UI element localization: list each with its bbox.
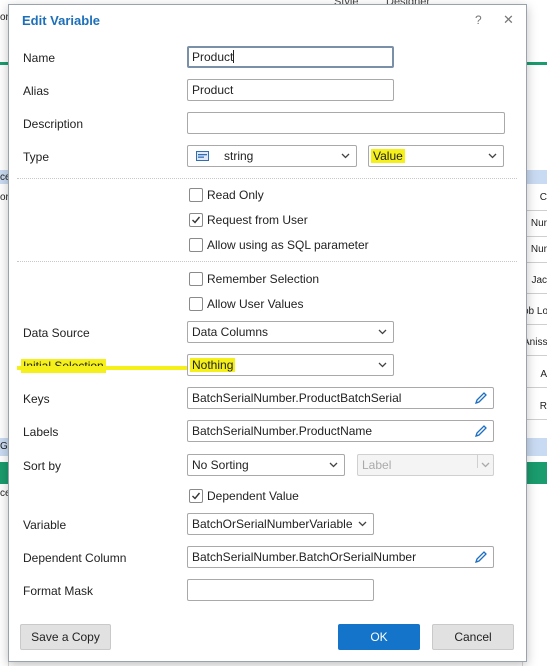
- close-icon[interactable]: ✕: [503, 12, 514, 28]
- green-rule-right: [525, 62, 547, 65]
- left-cell: or: [0, 192, 8, 203]
- dependent-column-value: BatchSerialNumber.BatchOrSerialNumber: [192, 550, 417, 564]
- left-cell: ce: [0, 488, 8, 499]
- data-source-label: Data Source: [23, 326, 90, 340]
- left-cell: Go: [0, 441, 8, 452]
- dependent-column-label: Dependent Column: [23, 551, 127, 565]
- chevron-down-icon: [378, 322, 387, 335]
- variable-label: Variable: [23, 518, 67, 532]
- alias-value: Product: [192, 83, 234, 97]
- remember-selection-label: Remember Selection: [207, 272, 320, 286]
- type-select[interactable]: string: [187, 145, 357, 167]
- name-input[interactable]: Product: [187, 46, 394, 68]
- green-block-left: [0, 462, 8, 484]
- read-only-label: Read Only: [207, 188, 264, 202]
- format-mask-label: Format Mask: [23, 584, 94, 598]
- type-label: Type: [23, 150, 50, 164]
- sort-by-value: No Sorting: [192, 458, 249, 472]
- initial-selection-value: Nothing: [190, 358, 236, 372]
- labels-input[interactable]: BatchSerialNumber.ProductName: [187, 420, 494, 442]
- keys-value: BatchSerialNumber.ProductBatchSerial: [192, 391, 402, 405]
- green-rule-left: [0, 62, 8, 65]
- alias-input[interactable]: Product: [187, 79, 394, 101]
- value-kind-value: Value: [371, 149, 405, 163]
- checkmark-icon: [192, 216, 201, 224]
- checkmark-icon: [192, 492, 201, 500]
- name-value: Product: [192, 50, 234, 64]
- pencil-icon[interactable]: [474, 550, 488, 564]
- cancel-button[interactable]: Cancel: [432, 624, 514, 650]
- read-only-checkbox[interactable]: [189, 188, 203, 202]
- variable-value: BatchOrSerialNumberVariable: [192, 517, 353, 531]
- chevron-down-icon: [488, 146, 497, 159]
- pencil-icon[interactable]: [474, 391, 488, 405]
- alias-label: Alias: [23, 84, 50, 98]
- request-from-user-checkbox[interactable]: [189, 213, 203, 227]
- value-kind-select[interactable]: Value: [368, 145, 504, 167]
- remember-selection-checkbox[interactable]: [189, 272, 203, 286]
- left-cell: ce: [0, 172, 8, 183]
- allow-user-values-label: Allow User Values: [207, 297, 304, 311]
- request-from-user-label: Request from User: [207, 213, 308, 227]
- abc-type-icon: [196, 151, 209, 161]
- chevron-down-icon: [356, 514, 367, 527]
- description-input[interactable]: [187, 112, 505, 134]
- allow-user-values-checkbox[interactable]: [189, 297, 203, 311]
- save-copy-button[interactable]: Save a Copy: [20, 624, 111, 650]
- chevron-down-icon: [477, 455, 490, 468]
- chevron-down-icon: [329, 455, 338, 468]
- name-label: Name: [23, 51, 56, 65]
- sort-by-label: Sort by: [23, 459, 62, 473]
- variable-select[interactable]: BatchOrSerialNumberVariable: [187, 513, 374, 535]
- dependent-value-label: Dependent Value: [207, 489, 299, 503]
- description-label: Description: [23, 117, 84, 131]
- section-divider: [17, 178, 517, 179]
- left-cell: or: [0, 12, 8, 23]
- type-value: string: [224, 149, 254, 163]
- text-cursor: [233, 50, 235, 63]
- dependent-column-input[interactable]: BatchSerialNumber.BatchOrSerialNumber: [187, 546, 494, 568]
- data-source-value: Data Columns: [192, 325, 269, 339]
- keys-input[interactable]: BatchSerialNumber.ProductBatchSerial: [187, 387, 494, 409]
- pencil-icon[interactable]: [474, 424, 488, 438]
- format-mask-input[interactable]: [187, 579, 374, 601]
- labels-value: BatchSerialNumber.ProductName: [192, 424, 373, 438]
- sort-by-select[interactable]: No Sorting: [187, 454, 345, 476]
- sort-field-select: Label: [357, 454, 494, 476]
- section-divider: [17, 261, 517, 262]
- chevron-down-icon: [378, 355, 387, 368]
- dialog-title: Edit Variable: [22, 13, 101, 28]
- labels-label: Labels: [23, 425, 59, 439]
- chevron-down-icon: [341, 146, 350, 159]
- blue-band-right-2: [525, 438, 547, 456]
- dependent-value-checkbox[interactable]: [189, 489, 203, 503]
- sort-field-value: Label: [362, 458, 392, 472]
- keys-label: Keys: [23, 392, 50, 406]
- blue-band-right: [525, 170, 547, 184]
- data-source-select[interactable]: Data Columns: [187, 321, 394, 343]
- green-block-right: [525, 462, 547, 484]
- allow-sql-checkbox[interactable]: [189, 238, 203, 252]
- edit-variable-dialog: Edit Variable ? ✕ Name Product Alias Pro…: [8, 4, 527, 662]
- initial-selection-select[interactable]: Nothing: [187, 354, 394, 376]
- help-icon[interactable]: ?: [475, 13, 482, 27]
- ok-button[interactable]: OK: [338, 624, 420, 650]
- allow-sql-label: Allow using as SQL parameter: [207, 238, 369, 252]
